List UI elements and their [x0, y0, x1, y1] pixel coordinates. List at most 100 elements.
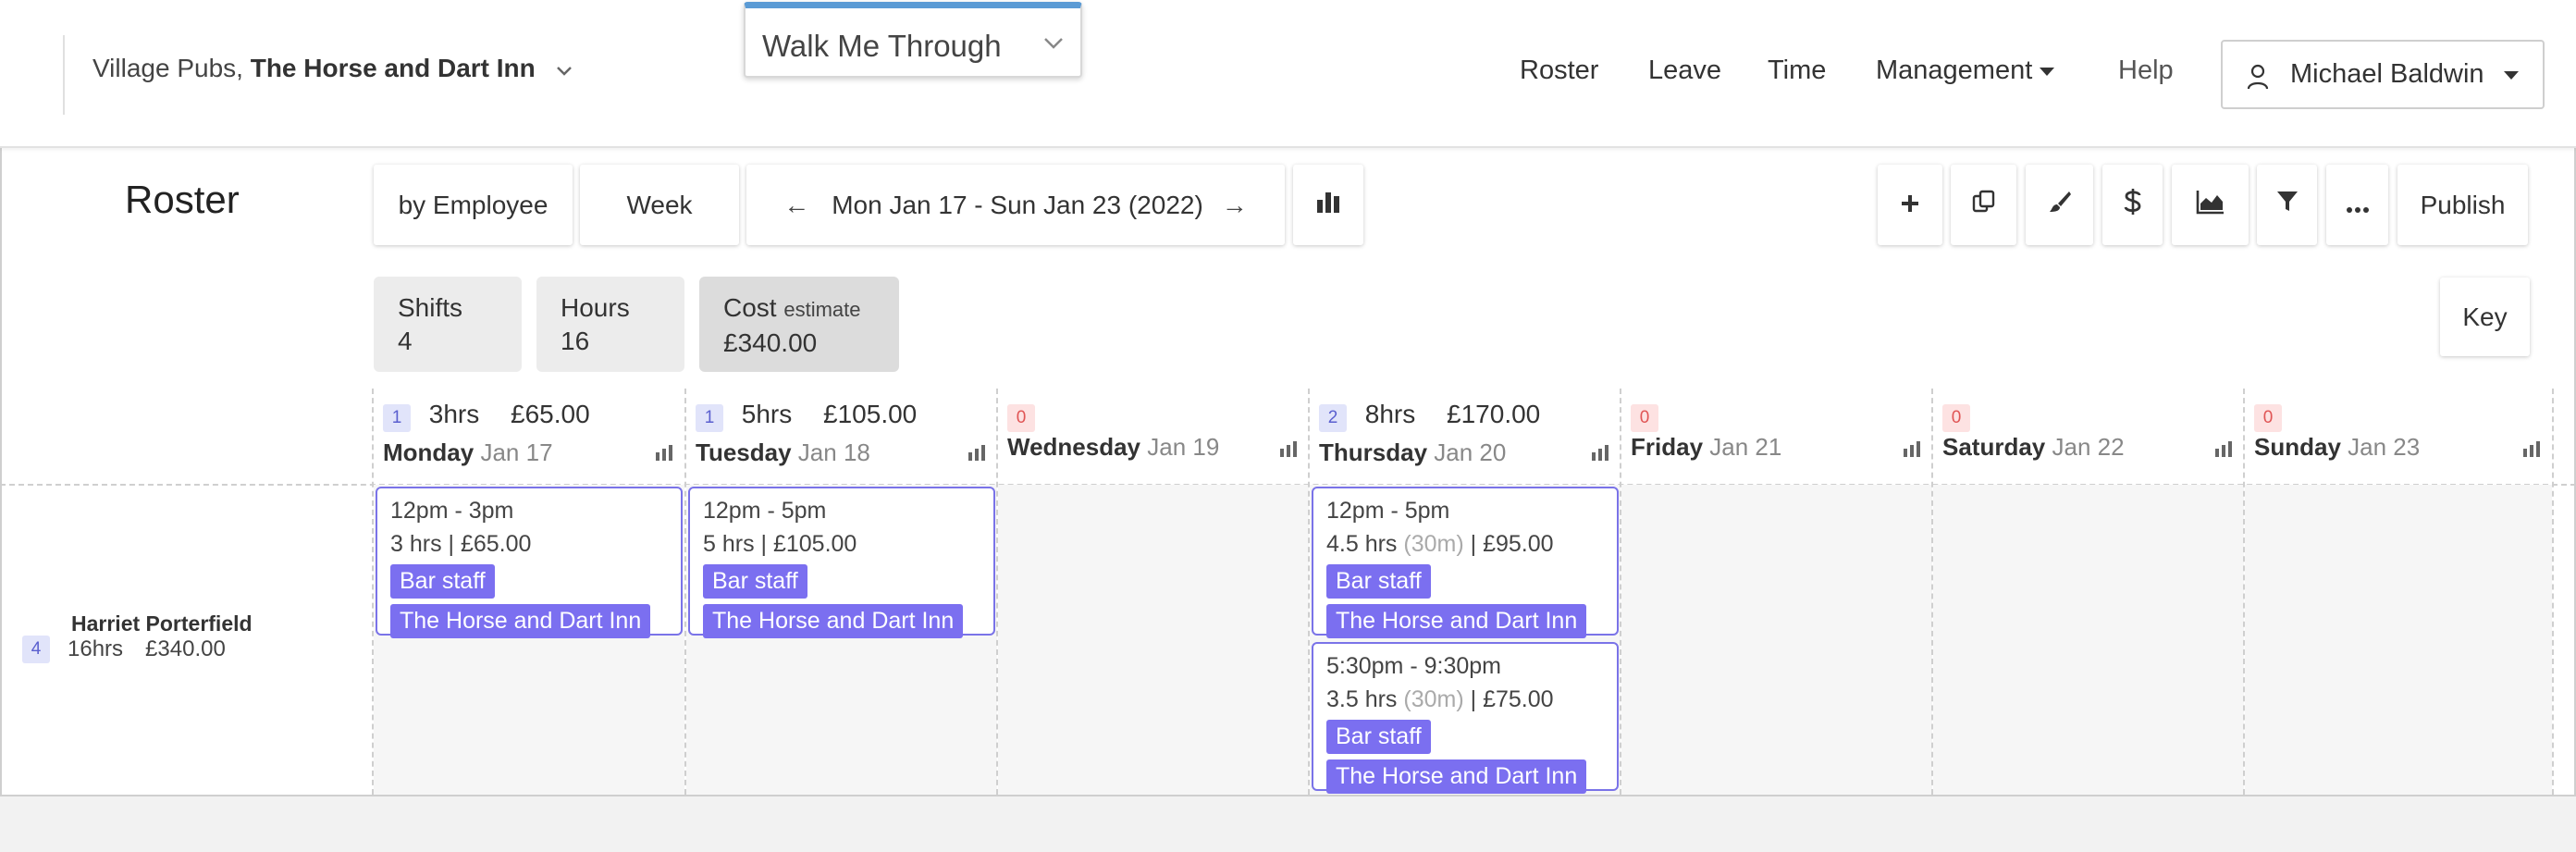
paint-brush-icon — [2047, 189, 2073, 221]
day-cell[interactable] — [2245, 485, 2552, 795]
day-date: Jan 19 — [1147, 433, 1220, 461]
day-name: Sunday — [2254, 433, 2341, 461]
day-cost: £105.00 — [823, 400, 918, 428]
day-summary: 1 3hrs £65.00 — [383, 400, 590, 432]
user-name: Michael Baldwin — [2290, 59, 2484, 89]
bar-chart-icon[interactable] — [1903, 440, 1921, 457]
day-name: Friday — [1631, 433, 1704, 461]
nav-management[interactable]: Management — [1876, 56, 2055, 86]
dollar-icon — [2123, 188, 2143, 222]
shifts-summary-card: Shifts 4 — [374, 277, 522, 372]
day-date: Jan 23 — [2348, 433, 2421, 461]
period-button[interactable]: Week — [580, 165, 739, 245]
stats-button[interactable] — [1293, 165, 1363, 245]
bar-chart-icon[interactable] — [1279, 440, 1298, 457]
day-cell[interactable] — [998, 485, 1309, 795]
day-column-sunday: 0 Sunday Jan 23 — [2243, 389, 2554, 795]
day-cell[interactable] — [1621, 485, 1932, 795]
employee-name[interactable]: Harriet Porterfield — [71, 611, 253, 636]
role-tag: Bar staff — [1326, 720, 1431, 754]
location-tag: The Horse and Dart Inn — [1326, 759, 1587, 794]
nav-time[interactable]: Time — [1768, 56, 1826, 86]
cost-summary-card: Cost estimate £340.00 — [699, 277, 899, 372]
arrow-right-icon[interactable]: → — [1222, 191, 1248, 220]
bar-chart-icon[interactable] — [968, 444, 986, 461]
day-cost: £65.00 — [511, 400, 590, 428]
key-button[interactable]: Key — [2440, 278, 2530, 356]
add-icon — [1900, 191, 1920, 220]
day-name: Thursday — [1319, 438, 1428, 466]
cost-label: Cost — [723, 293, 777, 322]
add-shift-button[interactable] — [1878, 165, 1942, 245]
filter-button[interactable] — [2257, 165, 2317, 245]
day-name: Saturday — [1942, 433, 2046, 461]
location-tag: The Horse and Dart Inn — [390, 604, 651, 638]
day-date: Jan 21 — [1709, 433, 1782, 461]
caret-down-icon — [2504, 71, 2519, 80]
shift-card[interactable]: 12pm - 3pm 3 hrs | £65.00 Bar staff The … — [376, 487, 683, 638]
shift-summary: 4.5 hrs (30m) | £95.00 — [1326, 527, 1604, 561]
shift-card[interactable]: 12pm - 5pm 4.5 hrs (30m) | £95.00 Bar st… — [1312, 487, 1619, 638]
shift-hours: 3.5 hrs — [1326, 686, 1398, 712]
role-tag: Bar staff — [703, 564, 807, 599]
shift-count-badge: 0 — [1631, 404, 1658, 432]
more-button[interactable] — [2326, 165, 2388, 245]
chevron-down-icon — [556, 58, 573, 82]
insights-button[interactable] — [2172, 165, 2249, 245]
grid-footer — [0, 795, 2576, 852]
employee-hours: 16hrs — [68, 636, 124, 661]
view-by-button[interactable]: by Employee — [374, 165, 573, 245]
arrow-left-icon[interactable]: ← — [783, 191, 809, 220]
day-name: Wednesday — [1007, 433, 1141, 461]
day-hours: 5hrs — [741, 400, 793, 428]
shift-break: (30m) — [1403, 686, 1464, 712]
shift-break: (30m) — [1403, 531, 1464, 557]
shifts-value: 4 — [398, 327, 413, 355]
cost-value: £340.00 — [723, 328, 818, 357]
venue-selector[interactable]: Village Pubs, The Horse and Dart Inn — [92, 54, 573, 83]
hours-summary-card: Hours 16 — [536, 277, 684, 372]
nav-help[interactable]: Help — [2118, 56, 2174, 86]
bar-chart-icon[interactable] — [2522, 440, 2541, 457]
day-summary: 0 — [1007, 400, 1035, 432]
org-name: Village Pubs, — [92, 54, 243, 82]
day-date: Jan 22 — [2052, 433, 2125, 461]
nav-roster[interactable]: Roster — [1520, 56, 1598, 86]
publish-button[interactable]: Publish — [2397, 165, 2528, 245]
role-tag: Bar staff — [1326, 564, 1431, 599]
bar-chart-icon[interactable] — [2214, 440, 2233, 457]
day-label: Monday Jan 17 — [383, 438, 553, 467]
bar-chart-icon — [1315, 189, 1341, 221]
copy-button[interactable] — [1951, 165, 2016, 245]
day-column-thursday: 2 8hrs £170.00 Thursday Jan 20 12pm - 5p… — [1308, 389, 1621, 795]
shift-card[interactable]: 5:30pm - 9:30pm 3.5 hrs (30m) | £75.00 B… — [1312, 642, 1619, 794]
user-menu-button[interactable]: Michael Baldwin — [2221, 40, 2545, 109]
employee-stats: 16hrs £340.00 — [68, 636, 226, 662]
day-summary: 0 — [1631, 400, 1658, 432]
shift-count-badge: 1 — [383, 404, 411, 432]
walk-me-label: Walk Me Through — [762, 29, 1002, 63]
location-tag: The Horse and Dart Inn — [1326, 604, 1587, 638]
area-chart-icon — [2196, 189, 2225, 221]
walk-me-through-dropdown[interactable]: Walk Me Through — [744, 2, 1082, 78]
page-title: Roster — [125, 178, 240, 221]
day-summary: 1 5hrs £105.00 — [696, 400, 917, 432]
day-column-tuesday: 1 5hrs £105.00 Tuesday Jan 18 12pm - 5pm… — [684, 389, 997, 795]
nav-leave[interactable]: Leave — [1648, 56, 1721, 86]
shift-count-badge: 0 — [1942, 404, 1970, 432]
day-summary: 2 8hrs £170.00 — [1319, 400, 1540, 432]
shift-summary: 3.5 hrs (30m) | £75.00 — [1326, 683, 1604, 716]
shift-cost: | £75.00 — [1470, 686, 1554, 712]
day-label: Tuesday Jan 18 — [696, 438, 870, 467]
day-column-wednesday: 0 Wednesday Jan 19 — [996, 389, 1309, 795]
bar-chart-icon[interactable] — [655, 444, 673, 461]
shift-card[interactable]: 12pm - 5pm 5 hrs | £105.00 Bar staff The… — [688, 487, 995, 638]
shift-time: 12pm - 5pm — [1326, 498, 1450, 524]
cost-button[interactable] — [2102, 165, 2163, 245]
shift-time: 5:30pm - 9:30pm — [1326, 653, 1501, 679]
paint-button[interactable] — [2026, 165, 2093, 245]
day-cell[interactable] — [1933, 485, 2244, 795]
shift-summary: 3 hrs | £65.00 — [390, 531, 532, 557]
venue-name: The Horse and Dart Inn — [250, 54, 536, 82]
bar-chart-icon[interactable] — [1591, 444, 1609, 461]
